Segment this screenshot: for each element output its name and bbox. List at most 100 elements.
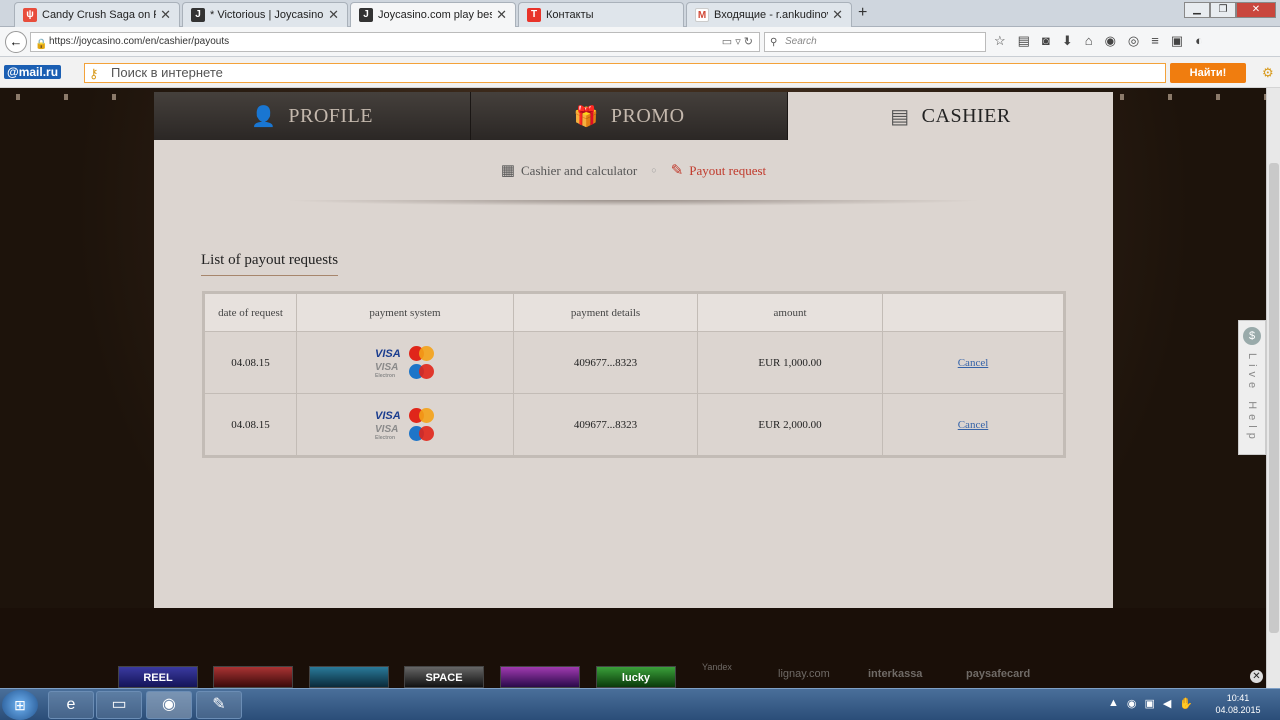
browser-tab[interactable]: ψ Candy Crush Saga on Face... ✕ bbox=[14, 2, 180, 27]
cancel-link[interactable]: Cancel bbox=[958, 419, 989, 431]
gift-icon: 🎁 bbox=[573, 105, 599, 128]
browser-tab-bar: ψ Candy Crush Saga on Face... ✕ J * Vict… bbox=[0, 0, 1280, 27]
payment-details: 409677...8323 bbox=[513, 331, 698, 394]
cash-register-icon: ▦ bbox=[500, 162, 516, 179]
game-thumbnail[interactable] bbox=[500, 666, 580, 688]
mailru-toolbar: @mail.ru ⚷ Поиск в интернете Найти! ⚙ bbox=[0, 57, 1280, 88]
game-thumbnail[interactable] bbox=[309, 666, 389, 688]
column-header: date of request bbox=[204, 293, 297, 332]
browser-tab-active[interactable]: J Joycasino.com play best N... ✕ bbox=[350, 2, 516, 27]
sync-icon[interactable]: ◎ bbox=[1128, 33, 1139, 49]
reader-view-icon[interactable]: ▭ ▿ ↻ bbox=[722, 33, 753, 51]
visa-electron-logo: VISA Electron bbox=[375, 361, 399, 379]
settings-gear-icon[interactable]: ⚙ bbox=[1262, 65, 1274, 81]
hand-icon[interactable]: ✋ bbox=[1179, 697, 1193, 710]
window-controls: ▁ ❐ ✕ bbox=[1184, 2, 1276, 18]
maximize-icon[interactable]: ❐ bbox=[1210, 2, 1236, 18]
footer-strip: REEL SPACE lucky Yandex lignay.com inter… bbox=[0, 608, 1266, 688]
new-tab-button[interactable]: + bbox=[858, 4, 867, 22]
column-header bbox=[882, 293, 1064, 332]
paysafecard-logo: paysafecard bbox=[966, 668, 1031, 680]
ie-icon[interactable]: e bbox=[48, 691, 94, 719]
lock-icon: 🔒 bbox=[35, 39, 48, 50]
clock[interactable]: 10:41 04.08.2015 bbox=[1210, 692, 1266, 716]
windows-taskbar: ⊞ e ▭ ◉ ✎ ▲ ◉ ▣ ◀ ✋ 10:41 04.08.2015 bbox=[0, 688, 1280, 720]
yandex-money-logo: Yandex bbox=[702, 662, 732, 672]
close-tab-icon[interactable]: ✕ bbox=[832, 7, 843, 23]
payment-details: 409677...8323 bbox=[513, 393, 698, 456]
pocket-icon[interactable]: ◙ bbox=[1042, 33, 1050, 49]
interkassa-logo: interkassa bbox=[868, 668, 923, 680]
wallet-icon: ▤ bbox=[890, 105, 910, 128]
table-row: 04.08.15 VISA VISA Electron 409677...832… bbox=[204, 393, 1064, 456]
column-header: payment system bbox=[296, 293, 514, 332]
candy-icon: ψ bbox=[23, 8, 37, 22]
tab-title: * Victorious | Joycasino.com bbox=[210, 9, 324, 21]
tab-title: Контакты bbox=[546, 9, 594, 21]
start-button[interactable]: ⊞ bbox=[2, 690, 38, 720]
search-input[interactable]: ⚲ Search bbox=[764, 32, 986, 52]
game-thumbnail[interactable]: lucky bbox=[596, 666, 676, 688]
addon-icon[interactable]: ▣ bbox=[1171, 33, 1183, 49]
close-tab-icon[interactable]: ✕ bbox=[328, 7, 339, 23]
close-window-icon[interactable]: ✕ bbox=[1236, 2, 1276, 18]
divider bbox=[282, 200, 985, 206]
close-tab-icon[interactable]: ✕ bbox=[496, 7, 507, 23]
chat-icon[interactable]: ◉ bbox=[1105, 33, 1116, 49]
explorer-folder-icon[interactable]: ▭ bbox=[96, 691, 142, 719]
firefox-icon[interactable]: ◉ bbox=[146, 691, 192, 719]
tray-expand-icon[interactable]: ▲ bbox=[1108, 697, 1119, 710]
game-thumbnail[interactable]: SPACE bbox=[404, 666, 484, 688]
tab-promo[interactable]: 🎁 PROMO bbox=[471, 92, 788, 140]
browser-tab[interactable]: M Входящие - r.ankudinovas... ✕ bbox=[686, 2, 852, 27]
mailru-logo[interactable]: @mail.ru bbox=[4, 65, 62, 79]
tab-profile[interactable]: 👤 PROFILE bbox=[154, 92, 471, 140]
table-row: 04.08.15 VISA VISA Electron 409677...832… bbox=[204, 331, 1064, 394]
column-header: amount bbox=[697, 293, 883, 332]
flash-icon[interactable]: ◐ bbox=[1195, 33, 1203, 49]
tab-title: Joycasino.com play best N... bbox=[378, 9, 492, 21]
mastercard-logo bbox=[409, 408, 435, 423]
account-tabs: 👤 PROFILE 🎁 PROMO ▤ CASHIER bbox=[154, 92, 1113, 140]
cancel-link[interactable]: Cancel bbox=[958, 357, 989, 369]
url-bar[interactable]: 🔒 https://joycasino.com/en/cashier/payou… bbox=[30, 32, 760, 52]
tab-cashier[interactable]: ▤ CASHIER bbox=[788, 92, 1113, 140]
toolbar-icons: ☆ ▤ ◙ ⬇ ⌂ ◉ ◎ ≡ ▣ ◐ bbox=[994, 33, 1203, 49]
back-button[interactable]: ← bbox=[5, 31, 27, 53]
table-header-row: date of request payment system payment d… bbox=[204, 293, 1064, 332]
lignay-logo: lignay.com bbox=[778, 668, 830, 680]
close-footer-icon[interactable]: ✕ bbox=[1250, 670, 1263, 683]
cheque-icon: ✎ bbox=[670, 162, 684, 179]
paint-icon[interactable]: ✎ bbox=[196, 691, 242, 719]
chat-bubble-icon: $ bbox=[1243, 327, 1261, 345]
home-icon[interactable]: ⌂ bbox=[1085, 33, 1093, 49]
payout-amount: EUR 1,000.00 bbox=[697, 331, 883, 394]
scrollbar-thumb[interactable] bbox=[1269, 163, 1279, 633]
system-tray: ▲ ◉ ▣ ◀ ✋ bbox=[1108, 697, 1193, 710]
gmail-icon: M bbox=[695, 8, 709, 22]
menu-icon[interactable]: ≡ bbox=[1151, 33, 1159, 49]
bookmarks-list-icon[interactable]: ▤ bbox=[1018, 33, 1030, 49]
mailru-search-input[interactable]: ⚷ Поиск в интернете bbox=[84, 63, 1166, 83]
find-button[interactable]: Найти! bbox=[1170, 63, 1246, 83]
game-thumbnail[interactable] bbox=[213, 666, 293, 688]
payout-request-link[interactable]: ✎ Payout request bbox=[671, 161, 766, 180]
browser-tab[interactable]: T Контакты bbox=[518, 2, 684, 27]
network-icon[interactable]: ▣ bbox=[1145, 697, 1155, 710]
key-icon: ⚷ bbox=[89, 66, 99, 81]
bookmark-star-icon[interactable]: ☆ bbox=[994, 33, 1006, 49]
minimize-icon[interactable]: ▁ bbox=[1184, 2, 1210, 18]
browser-nav-bar: ← 🔒 https://joycasino.com/en/cashier/pay… bbox=[0, 27, 1280, 57]
url-text: https://joycasino.com/en/cashier/payouts bbox=[49, 36, 230, 47]
live-help-button[interactable]: $ Live Help bbox=[1238, 320, 1266, 455]
t-icon: T bbox=[527, 8, 541, 22]
browser-tab[interactable]: J * Victorious | Joycasino.com ✕ bbox=[182, 2, 348, 27]
download-icon[interactable]: ⬇ bbox=[1062, 33, 1073, 49]
volume-icon[interactable]: ◀ bbox=[1163, 697, 1171, 710]
game-thumbnail[interactable]: REEL bbox=[118, 666, 198, 688]
cashier-calculator-link[interactable]: ▦ Cashier and calculator bbox=[501, 161, 637, 180]
close-tab-icon[interactable]: ✕ bbox=[160, 7, 171, 23]
tray-app-icon[interactable]: ◉ bbox=[1127, 697, 1137, 710]
page-scrollbar[interactable] bbox=[1266, 88, 1280, 688]
request-date: 04.08.15 bbox=[204, 393, 297, 456]
